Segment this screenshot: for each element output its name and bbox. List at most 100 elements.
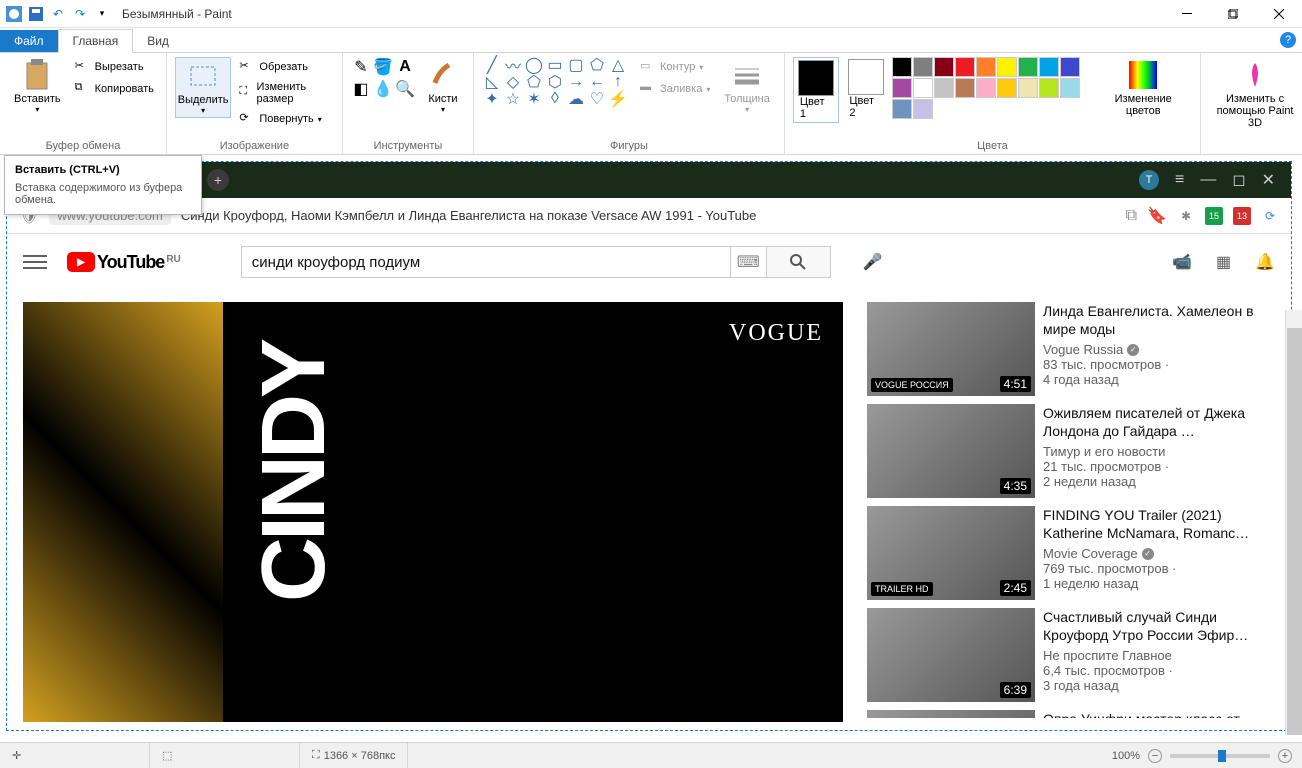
shape-cloud[interactable]: ☁	[566, 91, 586, 107]
color-swatch[interactable]	[1060, 78, 1080, 98]
shapes-gallery[interactable]: ╱ 〰 ◯ ▭ ▢ ⬠ △ ◺ ◇ ⬠ ⬡ → ← ↑ ✦ ☆ ✶ ◊ ☁ ♡	[482, 57, 632, 107]
brushes-button[interactable]: Кисти ▾	[421, 57, 465, 116]
bookmark-icon[interactable]: 🔖	[1147, 206, 1167, 226]
shape-line[interactable]: ╱	[482, 57, 502, 73]
undo-icon[interactable]: ↶	[48, 4, 68, 24]
color-swatch[interactable]	[934, 57, 954, 77]
notifications-icon[interactable]: 🔔	[1255, 252, 1275, 272]
color-swatch[interactable]	[1039, 78, 1059, 98]
minimize-button[interactable]	[1164, 0, 1210, 28]
thickness-button[interactable]: Толщина ▾	[718, 57, 776, 116]
video-item[interactable]: Опра Уинфри мастер класс от	[867, 710, 1275, 718]
youtube-logo[interactable]: ▶ YouTube RU	[67, 252, 181, 273]
shape-arrowr[interactable]: →	[566, 74, 586, 90]
rotate-button[interactable]: ⟳Повернуть▾	[235, 109, 334, 129]
search-input[interactable]	[241, 246, 731, 278]
browser-maximize-icon[interactable]: ◻	[1232, 170, 1245, 190]
tab-view[interactable]: Вид	[133, 30, 183, 52]
zoom-slider[interactable]	[1170, 754, 1270, 758]
color1-button[interactable]: Цвет 1	[793, 57, 839, 123]
maximize-button[interactable]	[1210, 0, 1256, 28]
mic-icon[interactable]: 🎤	[863, 252, 883, 272]
color-swatch[interactable]	[1018, 78, 1038, 98]
shape-oval[interactable]: ◯	[524, 57, 544, 73]
save-icon[interactable]	[26, 4, 46, 24]
picker-icon[interactable]: 💧	[373, 79, 393, 99]
shape-bolt[interactable]: ⚡	[608, 91, 628, 107]
browser-minimize-icon[interactable]: —	[1200, 171, 1216, 189]
canvas-area[interactable]: Вставить (CTRL+V) Вставка содержимого из…	[0, 155, 1302, 735]
video-item[interactable]: TRAILER HD 2:45 FINDING YOU Trailer (202…	[867, 506, 1275, 600]
zoom-in-button[interactable]: +	[1278, 749, 1292, 763]
search-button[interactable]	[767, 246, 831, 278]
paste-button[interactable]: Вставить ▾	[8, 57, 67, 116]
color-swatch[interactable]	[997, 78, 1017, 98]
shape-rtri[interactable]: ◺	[482, 74, 502, 90]
shape-curve[interactable]: 〰	[503, 57, 523, 73]
color-swatch[interactable]	[934, 78, 954, 98]
shape-heart[interactable]: ♡	[587, 91, 607, 107]
color-swatch[interactable]	[1060, 57, 1080, 77]
apps-icon[interactable]: ▦	[1216, 252, 1231, 272]
resize-button[interactable]: ⛶Изменить размер	[235, 79, 334, 107]
shape-rect[interactable]: ▭	[545, 57, 565, 73]
shape-star6[interactable]: ✶	[524, 91, 544, 107]
video-item[interactable]: 6:39 Счастливый случай Синди Кроуфорд Ут…	[867, 608, 1275, 702]
color-swatch[interactable]	[892, 99, 912, 119]
outline-button[interactable]: ▭Контур▾	[636, 57, 714, 77]
zoom-out-button[interactable]: −	[1148, 749, 1162, 763]
browser-close-icon[interactable]: ✕	[1262, 170, 1275, 190]
color-swatch[interactable]	[892, 57, 912, 77]
fill-button[interactable]: ▬Заливка▾	[636, 79, 714, 99]
shape-roundrect[interactable]: ▢	[566, 57, 586, 73]
color-swatch[interactable]	[955, 78, 975, 98]
tab-home[interactable]: Главная	[58, 29, 134, 53]
color-swatch[interactable]	[955, 57, 975, 77]
text-icon[interactable]: A	[395, 57, 415, 77]
popout-icon[interactable]: ⧉	[1126, 207, 1137, 225]
ext-pinwheel-icon[interactable]: ✱	[1177, 207, 1195, 225]
qat-dropdown-icon[interactable]: ▾	[92, 4, 112, 24]
pasted-selection[interactable]: + T ≡ — ◻ ✕ 🛡 www.youtube.com Синди Кроу…	[6, 161, 1292, 731]
cut-button[interactable]: ✂Вырезать	[71, 57, 158, 77]
video-item[interactable]: VOGUE РОССИЯ 4:51 Линда Евангелиста. Хам…	[867, 302, 1275, 396]
help-icon[interactable]: ?	[1280, 32, 1296, 48]
shape-pent[interactable]: ⬠	[524, 74, 544, 90]
ext-calendar-13-icon[interactable]: 13	[1233, 207, 1251, 225]
keyboard-icon[interactable]: ⌨	[731, 246, 767, 278]
color-swatch[interactable]	[913, 78, 933, 98]
create-icon[interactable]: 📹	[1172, 252, 1192, 272]
color-swatch[interactable]	[913, 99, 933, 119]
edit-colors-button[interactable]: Изменение цветов	[1094, 57, 1192, 119]
ext-sync-icon[interactable]: ⟳	[1261, 207, 1279, 225]
eraser-icon[interactable]: ◧	[351, 79, 371, 99]
select-button[interactable]: Выделить ▾	[175, 57, 232, 118]
crop-button[interactable]: ✂Обрезать	[235, 57, 334, 77]
shape-callout[interactable]: ◊	[545, 91, 565, 107]
menu-icon[interactable]: ≡	[1175, 171, 1184, 189]
bucket-icon[interactable]: 🪣	[373, 57, 393, 77]
shape-poly[interactable]: ⬠	[587, 57, 607, 73]
video-player[interactable]: CINDY VOGUE	[23, 302, 843, 722]
redo-icon[interactable]: ↷	[70, 4, 90, 24]
color-swatch[interactable]	[997, 57, 1017, 77]
shape-arrowu[interactable]: ↑	[608, 74, 628, 90]
magnify-icon[interactable]: 🔍	[395, 79, 415, 99]
user-avatar[interactable]: T	[1139, 170, 1159, 190]
pencil-icon[interactable]: ✎	[351, 57, 371, 77]
new-tab-button[interactable]: +	[207, 169, 229, 191]
hamburger-icon[interactable]	[23, 250, 47, 274]
vertical-scrollbar[interactable]	[1285, 310, 1302, 735]
shape-arrowl[interactable]: ←	[587, 74, 607, 90]
ext-calendar-15-icon[interactable]: 15	[1205, 207, 1223, 225]
shape-star4[interactable]: ✦	[482, 91, 502, 107]
color-swatch[interactable]	[1039, 57, 1059, 77]
shape-tri[interactable]: △	[608, 57, 628, 73]
shape-diamond[interactable]: ◇	[503, 74, 523, 90]
shape-hex[interactable]: ⬡	[545, 74, 565, 90]
color-swatch[interactable]	[913, 57, 933, 77]
color-swatch[interactable]	[1018, 57, 1038, 77]
copy-button[interactable]: ⧉Копировать	[71, 79, 158, 99]
color-swatch[interactable]	[976, 57, 996, 77]
color-swatch[interactable]	[892, 78, 912, 98]
